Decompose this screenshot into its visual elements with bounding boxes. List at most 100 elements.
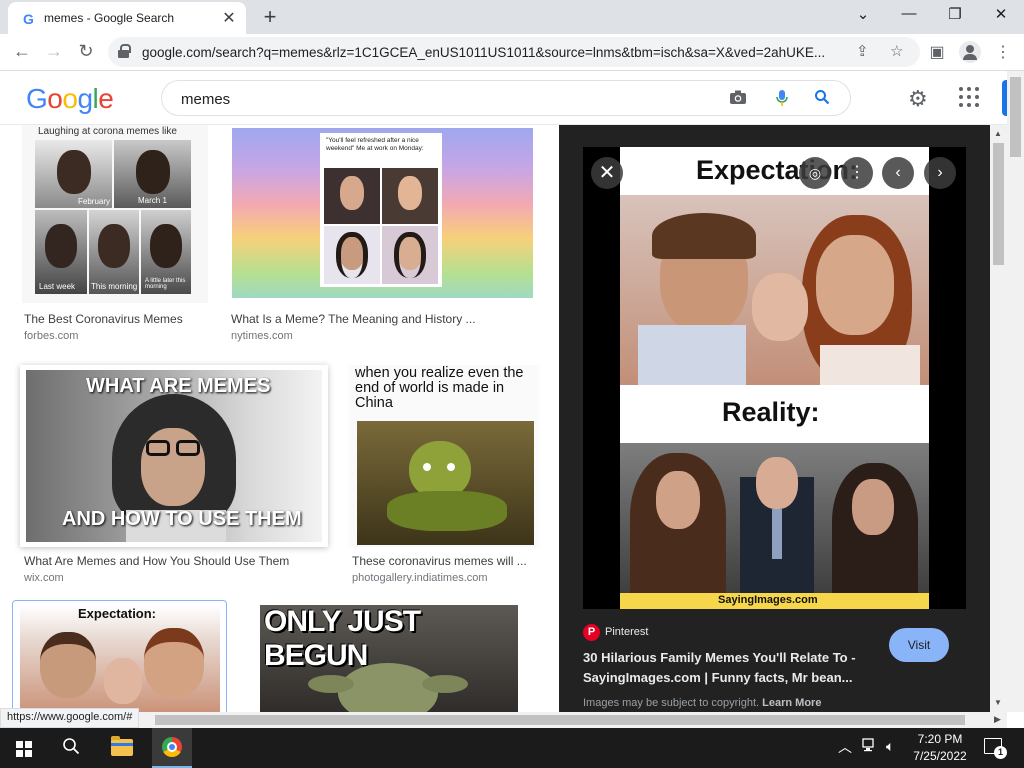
logo-letter: e [98,83,114,114]
result-thumbnail[interactable]: Expectation: [20,606,220,712]
share-icon[interactable]: ⇪ [856,42,869,60]
page-scrollbar[interactable] [1007,71,1024,712]
result-thumbnail[interactable]: Laughing at corona memes like March 1 Fe… [22,125,208,303]
image-result[interactable]: WHAT ARE MEMES AND HOW TO USE THEM What … [20,365,328,591]
browser-tab[interactable]: G memes - Google Search ✕ [8,2,246,34]
horizontal-scrollbar-thumb[interactable] [155,715,965,725]
preview-meme: Expectation: Reality: SayingImages.com [620,147,929,609]
meme-panel: Last week [35,210,87,294]
search-box[interactable]: memes [161,80,851,116]
result-title[interactable]: What Is a Meme? The Meaning and History … [231,312,476,326]
image-result[interactable]: ONLY JUST BEGUN [255,600,523,712]
result-title[interactable]: The Best Coronavirus Memes [24,312,183,326]
volume-icon[interactable]: 🔈︎ [886,738,894,755]
chrome-icon [162,737,182,757]
google-logo[interactable]: Google [26,83,114,115]
settings-gear-icon[interactable]: ⚙ [908,86,928,112]
image-result[interactable]: "You'll feel refreshed after a nice week… [229,125,537,345]
notification-count-badge: 1 [994,746,1007,759]
result-site: photogallery.indiatimes.com [352,572,488,584]
minimize-button[interactable]: — [897,5,921,22]
clock-time[interactable]: 7:20 PM [917,732,963,746]
logo-letter: o [47,83,63,114]
microphone-icon[interactable] [772,89,792,112]
meme-text-expectation: Expectation: [696,155,859,185]
image-result[interactable]: Laughing at corona memes like March 1 Fe… [22,125,208,345]
result-thumbnail[interactable]: when you realize even the end of world i… [349,365,539,547]
thumbnail-caption: "You'll feel refreshed after a nice week… [326,137,424,152]
search-input[interactable]: memes [181,91,230,108]
meme-watermark: SayingImages.com [718,594,818,606]
forward-arrow-icon[interactable]: → [42,41,66,62]
result-site: nytimes.com [231,330,293,342]
restore-button[interactable]: ❐ [943,5,967,23]
show-hidden-icons-chevron-icon[interactable]: ︿ [838,737,852,757]
taskbar-search-icon[interactable] [62,737,80,760]
pinterest-icon: P [583,624,600,641]
browser-titlebar: G memes - Google Search ✕ + ⌄ — ❐ ✕ [0,0,1024,34]
back-arrow-icon[interactable]: ← [10,41,34,62]
image-results-grid: Laughing at corona memes like March 1 Fe… [0,125,559,712]
source-name[interactable]: Pinterest [605,626,648,638]
meme-text-reality: Reality: [722,397,820,427]
image-result[interactable]: when you realize even the end of world i… [349,365,539,591]
menu-kebab-icon[interactable]: ⋮ [992,42,1014,62]
new-tab-button[interactable]: + [258,4,282,30]
windows-start-icon[interactable] [16,741,32,757]
expectation-photo [620,195,929,385]
preview-title-line-1[interactable]: 30 Hilarious Family Memes You'll Relate … [583,650,856,665]
logo-letter: o [62,83,78,114]
google-favicon-icon: G [23,11,34,27]
address-bar[interactable]: google.com/search?q=memes&rlz=1C1GCEA_en… [108,37,920,67]
horizontal-scrollbar[interactable]: ▶ [0,712,1007,728]
bookmark-star-icon[interactable]: ☆ [890,42,903,60]
tab-title: memes - Google Search [44,11,175,25]
lens-search-icon[interactable]: ◎ [799,157,831,189]
preview-title-line-2[interactable]: SayingImages.com | Funny facts, Mr bean.… [583,670,852,685]
file-explorer-icon[interactable] [111,736,133,756]
result-title[interactable]: What Are Memes and How You Should Use Th… [24,554,289,568]
search-icon[interactable] [812,89,832,110]
meme-panel: A little later this morning [141,210,191,294]
panel-scrollbar-thumb[interactable] [993,143,1004,265]
panel-label: A little later this morning [145,278,186,290]
tab-search-chevron-icon[interactable]: ⌄ [851,5,875,23]
reload-icon[interactable]: ↻ [74,41,98,62]
meme-caption-top: WHAT ARE MEMES [86,375,271,397]
result-site: forbes.com [24,330,79,342]
result-thumbnail[interactable]: WHAT ARE MEMES AND HOW TO USE THEM [20,365,328,547]
preview-image[interactable]: Expectation: Reality: SayingImages.com ✕… [583,147,966,609]
apps-grid-icon[interactable] [958,86,980,108]
result-thumbnail[interactable]: ONLY JUST BEGUN [260,605,518,712]
panel-label: February [78,197,111,206]
close-window-button[interactable]: ✕ [989,5,1013,23]
logo-letter: g [77,83,93,114]
learn-more-link[interactable]: Learn More [762,697,821,709]
thumbnail-caption: Laughing at corona memes like [38,126,177,137]
url-text[interactable]: google.com/search?q=memes&rlz=1C1GCEA_en… [142,45,842,60]
result-thumbnail[interactable]: "You'll feel refreshed after a nice week… [232,128,533,298]
visit-button[interactable]: Visit [889,628,949,662]
clock-date[interactable]: 7/25/2022 [909,749,971,763]
camera-icon[interactable] [728,89,748,110]
result-title[interactable]: These coronavirus memes will ... [352,554,527,568]
panel-scrollbar[interactable]: ▲ ▼ [990,125,1007,712]
close-preview-icon[interactable]: ✕ [591,157,623,189]
next-image-icon[interactable]: › [924,157,956,189]
profile-avatar-icon[interactable] [959,41,981,63]
side-panel-icon[interactable]: ▣ [926,42,948,62]
meme-card: "You'll feel refreshed after a nice week… [320,133,442,287]
tab-close-icon[interactable]: ✕ [220,8,238,28]
windows-taskbar: ︿ 🔈︎ 7:20 PM 7/25/2022 1 [0,728,1024,768]
page-scrollbar-thumb[interactable] [1010,77,1021,157]
previous-image-icon[interactable]: ‹ [882,157,914,189]
result-site: wix.com [24,572,64,584]
image-result-selected[interactable]: Expectation: [12,600,227,712]
image-preview-panel: Expectation: Reality: SayingImages.com ✕… [559,125,990,712]
panel-label: This morning [91,282,138,291]
chrome-taskbar-button[interactable] [152,728,192,768]
copyright-notice: Images may be subject to copyright. Lear… [583,697,821,709]
lock-icon[interactable] [118,44,131,58]
network-icon[interactable] [862,738,878,755]
more-options-icon[interactable]: ⋮ [841,157,873,189]
